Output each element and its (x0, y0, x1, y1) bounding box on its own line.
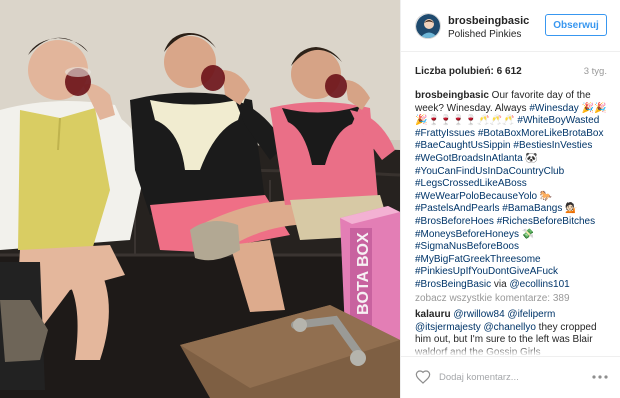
post-location[interactable]: Polished Pinkies (448, 29, 521, 40)
hashtag-link[interactable]: #WhiteBoyWasted (517, 115, 599, 126)
hashtag-link[interactable]: #SigmaNusBeforeBoos (415, 241, 519, 252)
hashtag-list: #WhiteBoyWasted #FrattyIssues #BotaBoxMo… (415, 115, 603, 290)
view-all-comments-link[interactable]: zobacz wszystkie komentarze: 389 (415, 293, 611, 306)
post-meta: Liczba polubień: 6 612 3 tyg. (415, 66, 607, 80)
hashtag-link[interactable]: #BamaBangs (502, 203, 562, 214)
instagram-post: BOTA BOX brosbeingbasic Polished Pinkies… (0, 0, 620, 398)
hashtag-link[interactable]: #WeGotBroadsInAtlanta (415, 153, 523, 164)
hashtag-link[interactable]: #PastelsAndPearls (415, 203, 500, 214)
follow-button[interactable]: Obserwuj (545, 14, 607, 36)
brand-avatar-icon (416, 14, 440, 38)
hashtag-separator: 💸 (518, 228, 535, 240)
hashtag-link[interactable]: #YouCanFindUsInDaCountryClub (415, 166, 564, 177)
ellipsis-icon[interactable] (591, 369, 609, 385)
hashtag-separator: 🐼 (522, 152, 538, 164)
post-time[interactable]: 3 tyg. (584, 66, 607, 77)
avatar[interactable] (415, 13, 441, 39)
scroll-fade (415, 346, 611, 356)
comments-section: brosbeingbasic Our favorite day of the w… (415, 90, 611, 356)
bota-box-label: BOTA BOX (355, 232, 372, 315)
post-username[interactable]: brosbeingbasic (448, 15, 529, 27)
post-sidebar: brosbeingbasic Polished Pinkies Obserwuj… (400, 0, 620, 398)
hashtag-separator: 🐎 (537, 190, 553, 202)
via-user-link[interactable]: @ecollins101 (510, 279, 570, 290)
post-photo[interactable]: BOTA BOX (0, 0, 400, 398)
mention-link[interactable]: @ifeliperm (507, 309, 555, 320)
mention-link[interactable]: @chanellyo (484, 322, 536, 333)
comment-input[interactable] (439, 369, 569, 385)
hashtag-link[interactable]: #BestiesInVesties (513, 140, 592, 151)
hashtag-link[interactable]: #BotaBoxMoreLikeBrotaBox (478, 128, 604, 139)
mention-link[interactable]: @rwillow84 (453, 309, 504, 320)
post-actions (401, 356, 620, 398)
hashtag-link[interactable]: #LegsCrossedLikeABoss (415, 178, 527, 189)
hashtag-link[interactable]: #WeWearPoloBecauseYolo (415, 191, 537, 202)
post-header: brosbeingbasic Polished Pinkies Obserwuj (401, 0, 620, 52)
caption-via: via (491, 278, 510, 290)
hashtag-link[interactable]: #BrosBeingBasic (415, 279, 491, 290)
hashtag-link[interactable]: #Winesday (529, 103, 578, 114)
hashtag-separator: 💁🏻 (562, 203, 578, 215)
likes-count[interactable]: Liczba polubień: 6 612 (415, 66, 522, 77)
hashtag-link[interactable]: #BrosBeforeHoes (415, 216, 494, 227)
mention-link[interactable]: @itsjermajesty (415, 322, 481, 333)
comment-username[interactable]: kalauru (415, 309, 451, 320)
heart-icon[interactable] (415, 369, 431, 385)
caption-username[interactable]: brosbeingbasic (415, 90, 489, 101)
hashtag-link[interactable]: #RichesBeforeBitches (497, 216, 595, 227)
photo-illustration: BOTA BOX (0, 0, 400, 398)
hashtag-link[interactable]: #MoneysBeforeHoneys (415, 229, 519, 240)
hashtag-link[interactable]: #PinkiesUpIfYouDontGiveAFuck (415, 266, 558, 277)
hashtag-link[interactable]: #BaeCaughtUsSippin (415, 140, 511, 151)
hashtag-link[interactable]: #MyBigFatGreekThreesome (415, 254, 541, 265)
post-caption: brosbeingbasic Our favorite day of the w… (415, 90, 611, 292)
hashtag-link[interactable]: #FrattyIssues (415, 128, 475, 139)
